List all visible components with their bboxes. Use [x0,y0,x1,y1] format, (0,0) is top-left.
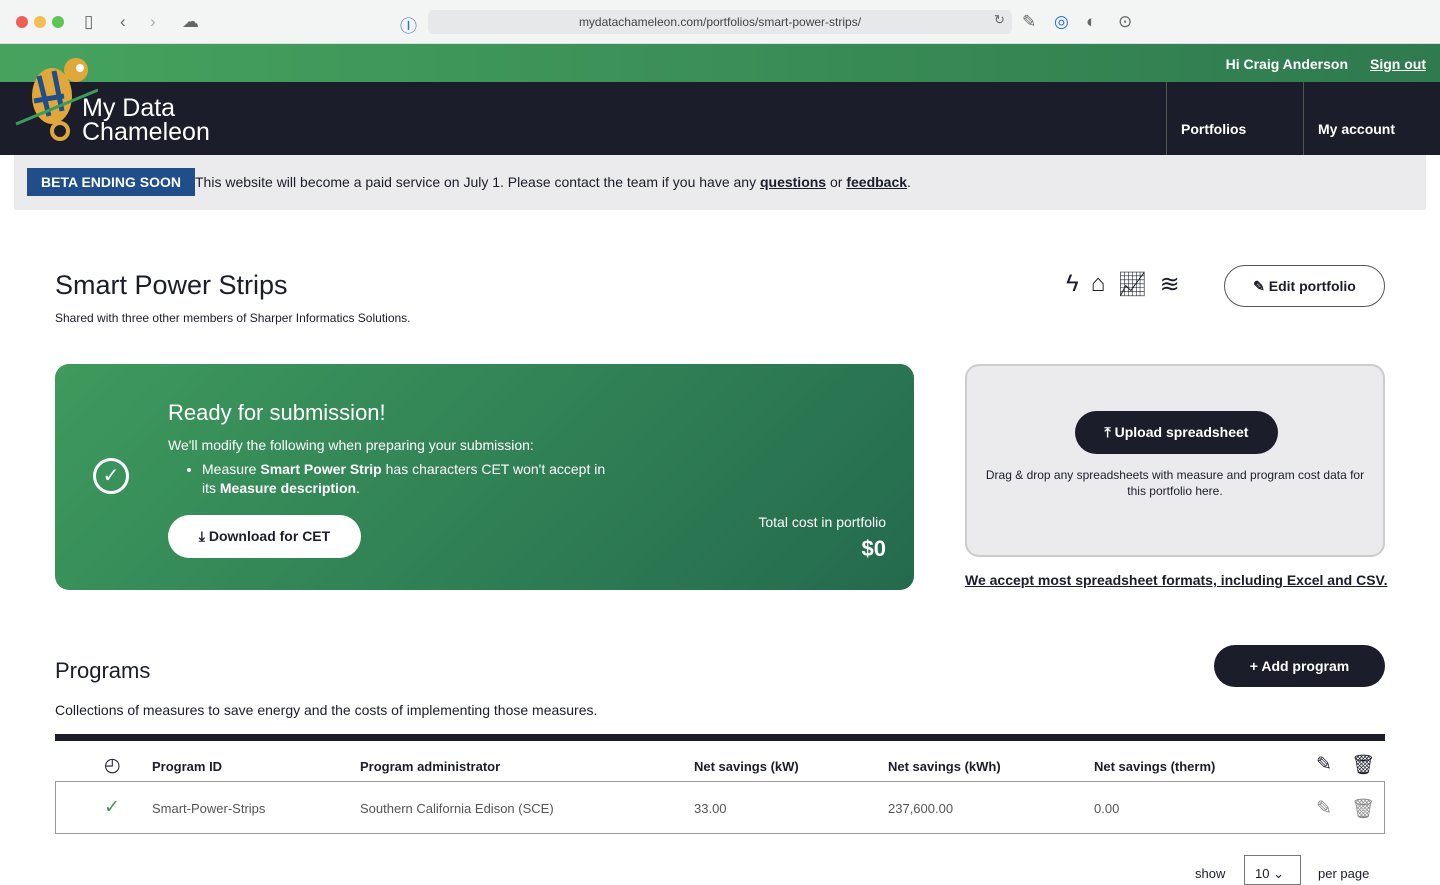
edit-icon[interactable]: ✎ [1316,797,1332,820]
add-program-button[interactable]: + Add program [1214,645,1385,687]
nav-portfolios[interactable]: Portfolios [1166,82,1303,155]
program-id[interactable]: Smart-Power-Strips [152,801,265,816]
maximize-window-button[interactable] [52,16,64,28]
total-cost-value: $0 [861,536,886,561]
delete-icon[interactable]: 🗑︎ [1351,797,1375,821]
download-for-cet-button[interactable]: ⤓ Download for CET [168,515,361,558]
total-cost-label: Total cost in portfolio [758,514,886,530]
close-window-button[interactable] [16,16,28,28]
edit-all-icon[interactable]: ✎ [1316,753,1332,776]
beta-text: This website will become a paid service … [195,174,911,190]
delete-all-icon[interactable]: 🗑︎ [1351,753,1375,777]
beta-badge: BETA ENDING SOON [27,168,196,196]
logo-text[interactable]: My Data Chameleon [82,96,210,145]
net-savings-kw: 33.00 [694,801,727,816]
onepassword-icon[interactable]: ◎ [1054,12,1069,32]
nav-my-account[interactable]: My account [1303,82,1440,155]
shield-icon[interactable]: ◐ [1086,12,1096,32]
upload-spreadsheet-button[interactable]: ⤒ Upload spreadsheet [1075,411,1278,454]
upload-icon: ⤒ [1104,424,1115,440]
page-subtitle: Shared with three other members of Sharp… [55,311,411,325]
status-intro: We'll modify the following when preparin… [168,437,534,453]
column-header[interactable]: Net savings (kWh) [888,759,1001,774]
program-administrator: Southern California Edison (SCE) [360,801,554,816]
house-icon[interactable]: ⌂ [1091,270,1106,299]
table-top-border [55,734,1385,741]
feedback-link[interactable]: feedback [846,174,907,190]
column-header[interactable]: Net savings (kW) [694,759,799,774]
programs-title: Programs [55,658,151,683]
extension-icon[interactable]: ✎ [1022,12,1036,32]
cloud-icon[interactable]: ☁ [182,12,199,32]
column-header[interactable]: Program administrator [360,759,500,774]
submission-status-card: ✓ Ready for submission! We'll modify the… [55,364,914,590]
line-chart-icon[interactable]: 📈︎ [1117,270,1147,299]
forward-icon[interactable]: › [150,12,156,32]
address-bar[interactable]: mydatachameleon.com/portfolios/smart-pow… [428,10,1012,34]
check-circle-icon: ✓ [104,797,120,818]
minimize-window-button[interactable] [34,16,46,28]
edit-icon: ✎ [1253,278,1269,294]
spreadsheet-dropzone[interactable]: ⤒ Upload spreadsheet Drag & drop any spr… [965,364,1385,557]
reload-icon[interactable]: ↻ [994,12,1005,28]
greeting: Hi Craig Anderson [1225,56,1348,72]
top-bar [0,44,1440,82]
column-header[interactable]: Net savings (therm) [1094,759,1215,774]
lightning-icon[interactable]: ϟ [1066,270,1079,299]
download-icon: ⤓ [198,528,209,544]
page-title: Smart Power Strips [55,270,288,300]
check-circle-icon: ✓ [93,458,129,494]
beta-banner: BETA ENDING SOON This website will becom… [14,155,1426,210]
accepted-formats-link[interactable]: We accept most spreadsheet formats, incl… [965,572,1387,588]
column-header[interactable]: Program ID [152,759,222,774]
password-manager-icon[interactable]: Ⓘ [400,12,417,37]
status-item: Measure Smart Power Strip has characters… [202,460,622,498]
status-title: Ready for submission! [168,400,386,425]
multi-line-chart-icon[interactable]: ≋ [1160,270,1180,299]
sidebar-icon[interactable]: ▯ [84,12,93,32]
net-savings-kwh: 237,600.00 [888,801,954,816]
back-icon[interactable]: ‹ [120,12,126,32]
plus-icon: + [1249,658,1262,674]
programs-subtitle: Collections of measures to save energy a… [55,702,598,718]
download-icon[interactable]: ⊙ [1118,12,1132,32]
dropzone-text: Drag & drop any spreadsheets with measur… [985,468,1365,498]
sign-out-link[interactable]: Sign out [1370,56,1426,72]
browser-toolbar: ▯ ‹ › ☁ Ⓘ mydatachameleon.com/portfolios… [0,0,1440,44]
check-circle-icon: ◴ [104,755,121,776]
questions-link[interactable]: questions [760,174,826,190]
edit-portfolio-button[interactable]: ✎ Edit portfolio [1224,265,1385,307]
net-savings-therm: 0.00 [1094,801,1120,816]
per-page-select[interactable]: 10 ⌄ [1244,855,1301,885]
